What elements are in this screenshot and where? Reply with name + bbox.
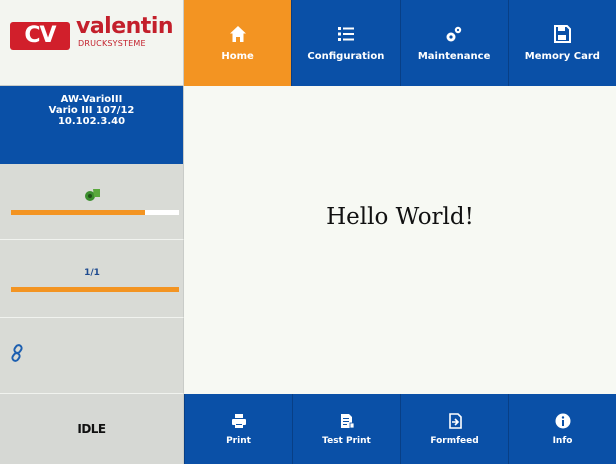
print-label: Print <box>226 435 251 446</box>
link-icon <box>11 344 23 362</box>
brand-logo: CV valentin DRUCKSYSTEME <box>0 0 184 86</box>
nav-home-label: Home <box>221 50 254 62</box>
label-supply-panel <box>0 164 184 240</box>
logo-name: valentin <box>76 14 174 39</box>
nav-memory-card-button[interactable]: Memory Card <box>507 0 616 86</box>
formfeed-button[interactable]: Formfeed <box>400 394 508 464</box>
nav-configuration-label: Configuration <box>307 50 385 62</box>
test-print-button[interactable]: Test Print <box>292 394 400 464</box>
list-icon <box>337 26 354 41</box>
device-model: AW-VarioIII <box>60 94 123 105</box>
formfeed-label: Formfeed <box>430 435 479 446</box>
logo-subtitle: DRUCKSYSTEME <box>78 39 146 48</box>
main-content: Hello World! <box>184 86 616 394</box>
label-supply-bar <box>11 210 179 215</box>
print-button[interactable]: Print <box>184 394 292 464</box>
test-print-icon <box>340 413 354 428</box>
nav-configuration-button[interactable]: Configuration <box>291 0 400 86</box>
label-roll-icon <box>85 189 100 201</box>
job-progress-bar <box>11 287 179 292</box>
gears-icon <box>446 26 462 41</box>
info-button[interactable]: Info <box>508 394 616 464</box>
printer-icon <box>231 413 246 428</box>
formfeed-icon <box>448 412 462 429</box>
device-info-panel: AW-VarioIII Vario III 107/12 10.102.3.40 <box>0 86 184 164</box>
nav-home-button[interactable]: Home <box>184 0 292 86</box>
device-variant: Vario III 107/12 <box>48 105 135 116</box>
label-supply-fill <box>11 210 146 215</box>
info-label: Info <box>552 435 573 446</box>
job-page-count: 1/1 <box>84 268 100 278</box>
nav-maintenance-button[interactable]: Maintenance <box>399 0 508 86</box>
job-progress-fill <box>11 287 179 292</box>
nav-memory-card-label: Memory Card <box>524 50 600 62</box>
preview-text: Hello World! <box>326 204 474 230</box>
test-print-label: Test Print <box>322 435 371 446</box>
device-ip: 10.102.3.40 <box>57 116 126 127</box>
printer-status: IDLE <box>0 394 184 464</box>
floppy-icon <box>554 24 572 43</box>
logo-mark: CV <box>10 22 70 50</box>
job-progress-panel: 1/1 <box>0 240 184 318</box>
nav-maintenance-label: Maintenance <box>417 50 491 62</box>
top-navigation: Home Configuration Maintenance Memory Ca… <box>184 0 616 86</box>
info-icon <box>555 413 570 428</box>
home-icon <box>229 25 246 42</box>
connection-panel <box>0 318 184 394</box>
action-bar: Print Test Print Formfeed Info <box>184 394 616 464</box>
status-text: IDLE <box>77 422 106 436</box>
printer-screen: CV valentin DRUCKSYSTEME Home Configurat… <box>0 0 616 464</box>
